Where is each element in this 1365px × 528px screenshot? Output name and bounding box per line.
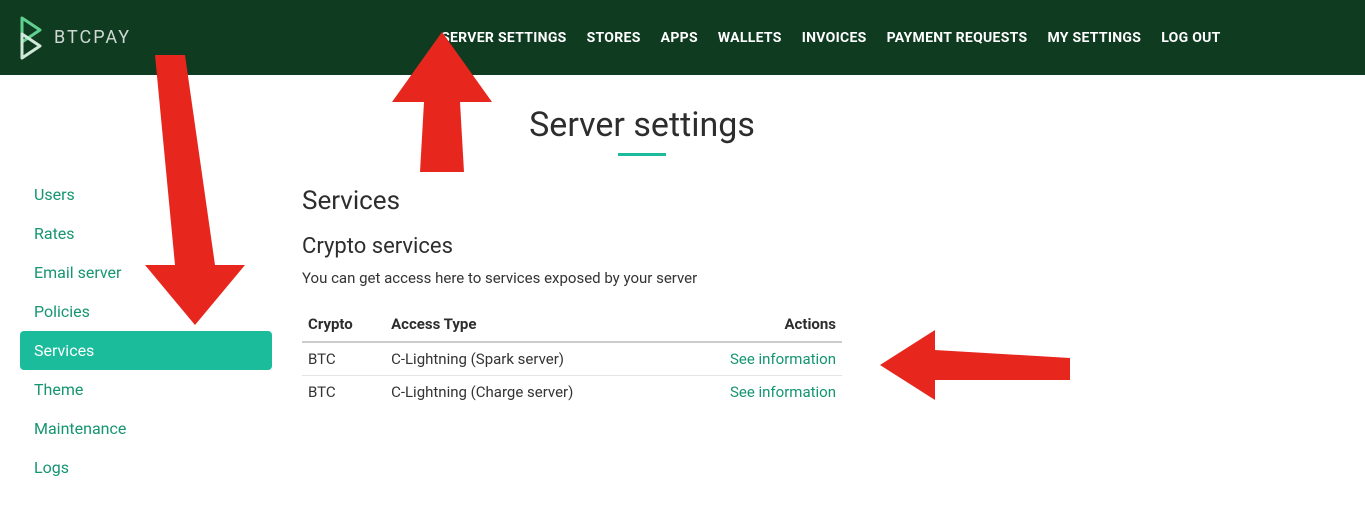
table-row: BTC C-Lightning (Spark server) See infor… (302, 342, 842, 376)
btcpay-logo-icon (20, 16, 46, 60)
cell-crypto: BTC (302, 342, 385, 376)
cell-crypto: BTC (302, 376, 385, 409)
title-underline (618, 153, 666, 156)
subsection-title: Crypto services (302, 234, 1325, 259)
content: Users Rates Email server Policies Servic… (0, 75, 1365, 487)
see-information-link[interactable]: See information (730, 383, 836, 401)
sidebar-item-policies[interactable]: Policies (20, 292, 272, 331)
cell-access-type: C-Lightning (Charge server) (385, 376, 669, 409)
nav-wallets[interactable]: WALLETS (718, 30, 782, 46)
page-title: Server settings (462, 105, 822, 145)
page-title-wrap: Server settings (462, 105, 822, 156)
nav-menu: SERVER SETTINGS STORES APPS WALLETS INVO… (441, 30, 1221, 46)
cell-access-type: C-Lightning (Spark server) (385, 342, 669, 376)
sidebar-item-maintenance[interactable]: Maintenance (20, 409, 272, 448)
see-information-link[interactable]: See information (730, 350, 836, 368)
nav-server-settings[interactable]: SERVER SETTINGS (441, 30, 567, 46)
sidebar-item-email-server[interactable]: Email server (20, 253, 272, 292)
sidebar-item-users[interactable]: Users (20, 175, 272, 214)
sidebar-item-theme[interactable]: Theme (20, 370, 272, 409)
nav-invoices[interactable]: INVOICES (802, 30, 867, 46)
nav-my-settings[interactable]: MY SETTINGS (1047, 30, 1141, 46)
sidebar: Users Rates Email server Policies Servic… (0, 105, 272, 487)
nav-apps[interactable]: APPS (661, 30, 698, 46)
table-header-crypto: Crypto (302, 307, 385, 342)
table-header-actions: Actions (669, 307, 842, 342)
brand-logo[interactable]: BTCPAY (20, 16, 131, 60)
table-header-access-type: Access Type (385, 307, 669, 342)
sidebar-item-rates[interactable]: Rates (20, 214, 272, 253)
nav-log-out[interactable]: LOG OUT (1161, 30, 1220, 46)
brand-name: BTCPAY (54, 27, 131, 48)
nav-payment-requests[interactable]: PAYMENT REQUESTS (887, 30, 1028, 46)
sidebar-item-services[interactable]: Services (20, 331, 272, 370)
navbar: BTCPAY SERVER SETTINGS STORES APPS WALLE… (0, 0, 1365, 75)
sidebar-item-logs[interactable]: Logs (20, 448, 272, 487)
section-description: You can get access here to services expo… (302, 269, 1325, 287)
services-table: Crypto Access Type Actions BTC C-Lightni… (302, 307, 842, 408)
nav-stores[interactable]: STORES (587, 30, 641, 46)
main: Server settings Services Crypto services… (272, 105, 1365, 487)
table-row: BTC C-Lightning (Charge server) See info… (302, 376, 842, 409)
section-title: Services (302, 186, 1325, 216)
